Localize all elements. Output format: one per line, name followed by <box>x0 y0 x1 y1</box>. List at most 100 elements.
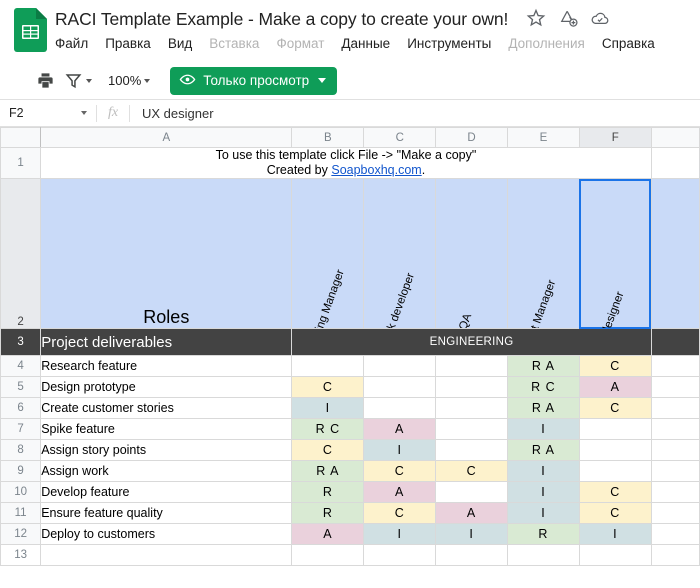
row-header-6[interactable]: 6 <box>0 397 42 419</box>
raci-cell[interactable]: I <box>291 397 365 419</box>
raci-cell[interactable]: R <box>291 481 365 503</box>
tail-cell[interactable] <box>650 439 700 461</box>
deliverable-label-cell[interactable]: Develop feature <box>40 481 293 503</box>
raci-cell[interactable]: I <box>507 460 580 482</box>
raci-cell[interactable]: R C <box>507 376 580 398</box>
raci-cell[interactable]: C <box>363 460 437 482</box>
cloud-saved-icon[interactable] <box>590 8 612 30</box>
roles-title-cell[interactable]: Roles <box>40 178 293 329</box>
raci-cell[interactable] <box>507 544 580 566</box>
raci-cell[interactable] <box>435 544 509 566</box>
deliverable-label-cell[interactable]: Research feature <box>40 355 293 377</box>
deliverable-label-cell[interactable]: Create customer stories <box>40 397 293 419</box>
raci-cell[interactable]: I <box>363 439 437 461</box>
raci-cell[interactable]: A <box>578 376 652 398</box>
formula-input[interactable]: UX designer <box>130 106 700 121</box>
raci-cell[interactable] <box>363 397 437 419</box>
raci-cell[interactable] <box>435 418 509 440</box>
template-note-cell[interactable]: To use this template click File -> "Make… <box>40 147 652 179</box>
row-header-4[interactable]: 4 <box>0 355 42 377</box>
raci-cell[interactable] <box>578 460 652 482</box>
column-header-f[interactable]: F <box>578 127 652 148</box>
row-header-3[interactable]: 3 <box>0 328 42 356</box>
raci-cell[interactable] <box>363 544 437 566</box>
tail-cell[interactable] <box>650 544 700 566</box>
row-header-9[interactable]: 9 <box>0 460 42 482</box>
raci-cell[interactable]: A <box>435 502 509 524</box>
row-header-2[interactable]: 2 <box>0 178 42 329</box>
row-header-13[interactable]: 13 <box>0 544 42 566</box>
row-header-8[interactable]: 8 <box>0 439 42 461</box>
menu-item-data[interactable]: Данные <box>341 34 390 53</box>
deliverable-label-cell[interactable]: Assign story points <box>40 439 293 461</box>
menu-item-edit[interactable]: Правка <box>105 34 151 53</box>
role-cell-full-stack-developer[interactable]: Full-stack developer <box>363 178 437 329</box>
tail-cell[interactable] <box>650 376 700 398</box>
section-subtitle-cell[interactable]: ENGINEERING <box>291 328 652 356</box>
raci-cell[interactable] <box>291 544 365 566</box>
raci-cell[interactable] <box>435 355 509 377</box>
raci-cell[interactable] <box>578 418 652 440</box>
filter-caret-icon[interactable] <box>86 78 92 83</box>
raci-cell[interactable]: C <box>435 460 509 482</box>
raci-cell[interactable] <box>578 544 652 566</box>
raci-cell[interactable]: R A <box>507 439 580 461</box>
view-only-caret-icon[interactable] <box>318 78 327 83</box>
raci-cell[interactable] <box>291 355 365 377</box>
spreadsheet-grid[interactable]: A B C D E F 1 To use this template click… <box>0 127 700 588</box>
deliverable-label-cell[interactable] <box>40 544 293 566</box>
raci-cell[interactable]: R <box>507 523 580 545</box>
raci-cell[interactable] <box>435 439 509 461</box>
raci-cell[interactable]: R <box>291 502 365 524</box>
raci-cell[interactable]: A <box>291 523 365 545</box>
raci-cell[interactable]: C <box>578 397 652 419</box>
menu-item-help[interactable]: Справка <box>602 34 655 53</box>
tail-cell[interactable] <box>650 397 700 419</box>
role-cell-qa[interactable]: QA <box>435 178 509 329</box>
raci-cell[interactable]: I <box>435 523 509 545</box>
raci-cell[interactable]: I <box>507 418 580 440</box>
row-header-11[interactable]: 11 <box>0 502 42 524</box>
raci-cell[interactable] <box>578 439 652 461</box>
tail-cell[interactable] <box>650 523 700 545</box>
filter-icon[interactable] <box>64 68 92 94</box>
raci-cell[interactable]: C <box>578 502 652 524</box>
name-box[interactable]: F2 <box>0 100 96 126</box>
raci-cell[interactable] <box>363 376 437 398</box>
raci-cell[interactable]: A <box>363 418 437 440</box>
deliverable-label-cell[interactable]: Deploy to customers <box>40 523 293 545</box>
role-cell-product-manager[interactable]: Product Manager <box>507 178 580 329</box>
deliverable-label-cell[interactable]: Design prototype <box>40 376 293 398</box>
function-icon[interactable]: fx <box>97 105 129 121</box>
raci-cell[interactable]: I <box>578 523 652 545</box>
raci-cell[interactable]: R A <box>507 355 580 377</box>
raci-cell[interactable]: I <box>507 502 580 524</box>
deliverable-label-cell[interactable]: Spike feature <box>40 418 293 440</box>
name-box-caret-icon[interactable] <box>81 111 87 115</box>
view-only-button[interactable]: Только просмотр <box>170 66 338 95</box>
raci-cell[interactable] <box>435 397 509 419</box>
role-cell-ux-designer[interactable]: UX designer <box>578 178 652 329</box>
tail-cell[interactable] <box>650 355 700 377</box>
page-title[interactable]: RACI Template Example - Make a copy to c… <box>55 9 508 30</box>
raci-cell[interactable]: C <box>578 481 652 503</box>
zoom-caret-icon[interactable] <box>144 78 151 83</box>
row-header-10[interactable]: 10 <box>0 481 42 503</box>
drive-add-icon[interactable] <box>558 8 580 30</box>
raci-cell[interactable] <box>435 481 509 503</box>
menu-item-file[interactable]: Файл <box>55 34 88 53</box>
row-header-5[interactable]: 5 <box>0 376 42 398</box>
deliverable-label-cell[interactable]: Assign work <box>40 460 293 482</box>
tail-cell[interactable] <box>650 147 700 179</box>
section-title-cell[interactable]: Project deliverables <box>40 328 293 356</box>
column-header-a[interactable]: A <box>40 127 293 148</box>
raci-cell[interactable]: A <box>363 481 437 503</box>
deliverable-label-cell[interactable]: Ensure feature quality <box>40 502 293 524</box>
raci-cell[interactable]: C <box>363 502 437 524</box>
column-header-e[interactable]: E <box>507 127 580 148</box>
raci-cell[interactable]: I <box>363 523 437 545</box>
raci-cell[interactable]: C <box>291 376 365 398</box>
row-header-7[interactable]: 7 <box>0 418 42 440</box>
raci-cell[interactable] <box>363 355 437 377</box>
tail-cell[interactable] <box>650 460 700 482</box>
